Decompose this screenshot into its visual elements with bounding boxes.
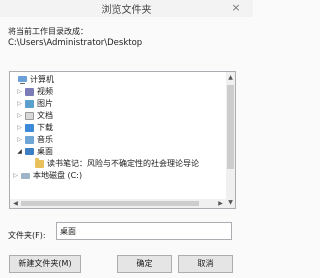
music-folder-icon <box>25 136 34 144</box>
tree-item-label: 桌面 <box>37 147 53 156</box>
tree-item-label: 图片 <box>37 99 53 108</box>
ok-button[interactable]: 确定 <box>117 255 172 273</box>
cancel-button[interactable]: 取消 <box>178 255 233 273</box>
description-text: 将当前工作目录改成： <box>8 27 88 36</box>
title-bar: 浏览文件夹 × <box>0 0 253 17</box>
drive-icon <box>21 173 30 179</box>
pictures-folder-icon <box>25 100 34 108</box>
close-button[interactable]: × <box>226 1 246 14</box>
scroll-left-icon[interactable]: ◀ <box>11 199 20 208</box>
desktop-folder-icon <box>25 148 34 155</box>
downloads-folder-icon <box>25 124 34 132</box>
tree-item-label: 音乐 <box>37 135 53 144</box>
expand-arrow-icon[interactable]: ▷ <box>16 98 23 110</box>
scroll-right-icon[interactable]: ▶ <box>216 199 225 208</box>
folder-field-label: 文件夹(F): <box>8 231 46 240</box>
collapse-arrow-icon[interactable]: ◢ <box>16 146 23 158</box>
video-folder-icon <box>25 88 34 96</box>
expand-arrow-icon[interactable]: ▷ <box>16 134 23 146</box>
horizontal-scroll-thumb[interactable] <box>21 201 199 206</box>
new-folder-button[interactable]: 新建文件夹(M) <box>9 255 81 273</box>
expand-arrow-icon[interactable]: ▷ <box>16 110 23 122</box>
scroll-down-icon[interactable]: ▼ <box>226 198 235 207</box>
current-path: C:\Users\Administrator\Desktop <box>8 38 143 48</box>
folder-name-input[interactable] <box>56 222 232 240</box>
window-title: 浏览文件夹 <box>101 5 152 16</box>
expand-arrow-icon[interactable]: ▷ <box>16 122 23 134</box>
scroll-up-icon[interactable]: ▲ <box>226 73 235 82</box>
tree-item-label: 文档 <box>37 111 53 120</box>
vertical-scrollbar[interactable]: ▲ ▼ <box>226 72 235 208</box>
vertical-scroll-thumb[interactable] <box>227 85 234 169</box>
tree-item-label: 读书笔记：风险与不确定性的社会理论导论 <box>47 159 199 168</box>
tree-item-label: 本地磁盘 (C:) <box>33 171 83 180</box>
expand-arrow-icon[interactable]: ▷ <box>16 86 23 98</box>
folder-icon <box>35 158 44 168</box>
folder-tree[interactable]: 计算机 ▷ 视频 ▷ 图片 ▷ 文档 ▷ 下载 ▷ 音乐 ◢ 桌面 读书笔记：风… <box>9 71 236 209</box>
documents-folder-icon <box>25 112 34 120</box>
computer-icon <box>18 76 27 84</box>
expand-arrow-icon[interactable]: ▷ <box>12 170 19 182</box>
horizontal-scrollbar[interactable]: ◀ ▶ <box>10 199 226 208</box>
tree-item-label: 视频 <box>37 87 53 96</box>
tree-item-label: 计算机 <box>30 75 54 84</box>
tree-item-label: 下载 <box>37 123 53 132</box>
